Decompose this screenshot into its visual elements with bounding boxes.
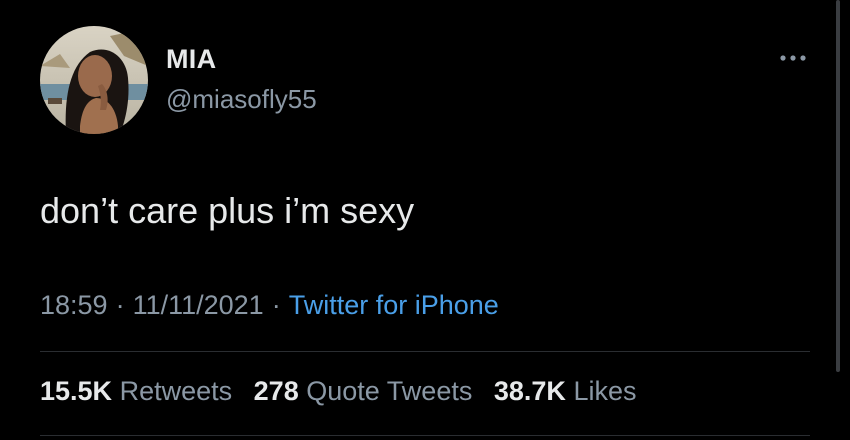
tweet-text: don’t care plus i’m sexy — [40, 190, 415, 231]
avatar[interactable] — [40, 26, 148, 134]
tweet-detail: MIA @miasofly55 don’t care plus i’m sexy… — [0, 0, 850, 440]
divider — [40, 435, 810, 436]
likes-count: 38.7K — [493, 376, 566, 406]
meta-separator: · — [115, 290, 125, 320]
likes-label: Likes — [573, 376, 637, 406]
retweets-label: Retweets — [119, 376, 233, 406]
display-name[interactable]: MIA — [166, 44, 216, 75]
retweets-count: 15.5K — [40, 376, 113, 406]
scrollbar[interactable] — [836, 0, 840, 372]
quote-tweets-count: 278 — [253, 376, 299, 406]
tweet-meta: 18:59 · 11/11/2021 · Twitter for iPhone — [40, 290, 499, 321]
retweets-stat[interactable]: 15.5K Retweets — [40, 376, 232, 406]
more-horizontal-icon — [780, 55, 806, 61]
engagement-stats: 15.5K Retweets 278 Quote Tweets 38.7K Li… — [40, 376, 650, 407]
divider — [40, 351, 810, 352]
tweet-time[interactable]: 18:59 — [40, 290, 108, 320]
likes-stat[interactable]: 38.7K Likes — [494, 376, 637, 406]
quote-tweets-label: Quote Tweets — [306, 376, 473, 406]
tweet-source-link[interactable]: Twitter for iPhone — [289, 290, 499, 320]
user-handle[interactable]: @miasofly55 — [166, 84, 317, 115]
more-options-button[interactable] — [778, 48, 808, 68]
quote-tweets-stat[interactable]: 278 Quote Tweets — [254, 376, 473, 406]
tweet-date[interactable]: 11/11/2021 — [133, 290, 264, 320]
profile-photo — [40, 26, 148, 134]
meta-separator: · — [271, 290, 281, 320]
